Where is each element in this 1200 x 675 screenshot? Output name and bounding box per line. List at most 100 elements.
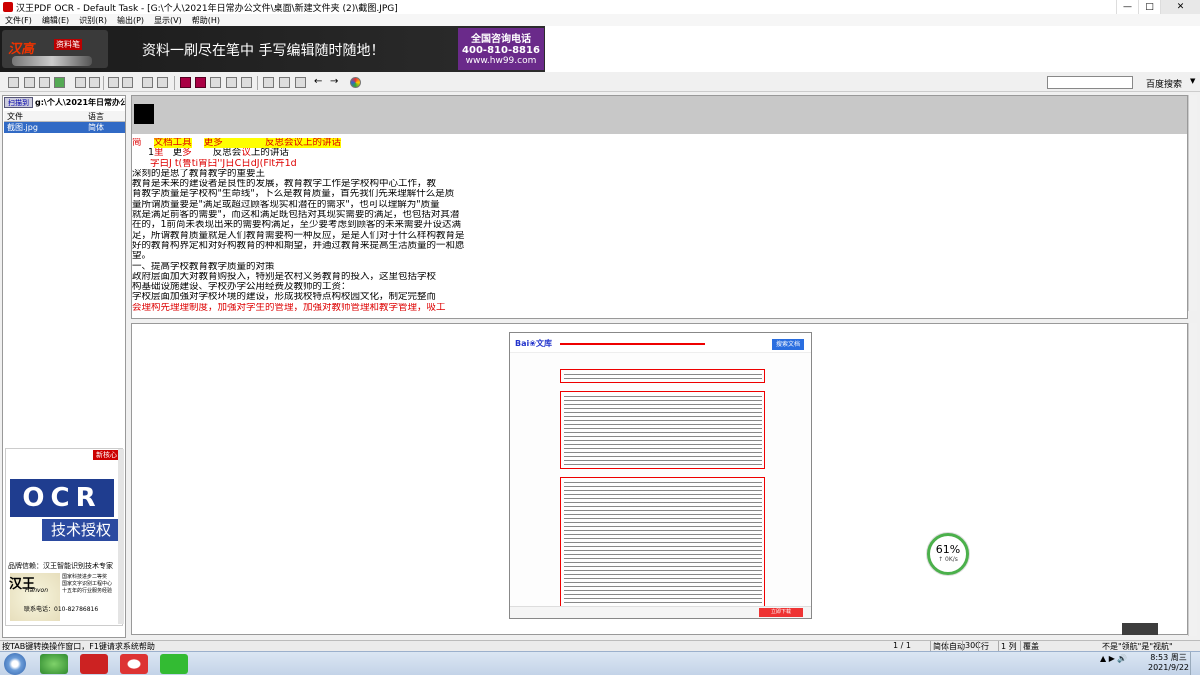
ocr-line: 学校层面加强对学校环境的建设，形成我校特点构校园文化，制定完整而 [132,292,437,303]
menu-view[interactable]: 显示(V) [149,15,187,26]
progress-indicator: 61% ↑ 0K/s [927,533,969,575]
ocr-fragment: 更多 [203,138,223,148]
app-icon[interactable] [120,654,148,674]
file-row[interactable]: 截图.jpg 简体 [4,122,125,133]
file-name: 截图.jpg [7,123,38,132]
minimize-button[interactable]: — [1116,0,1138,14]
ocr-line: 构基础设施建设、学校办学公用经费及教师的工资： [132,282,351,293]
ocr-fragment: 多 [182,148,192,159]
window-title: 汉王PDF OCR - Default Task - [G:\个人\2021年日… [16,3,398,14]
document-image[interactable]: Bai❀文库 搜索文档 立即下载 [509,332,812,619]
window-controls: — □ ✕ [1116,0,1200,14]
battery-icon[interactable] [54,77,65,88]
ad-auth: 技术授权 [42,519,120,541]
ad-banner[interactable]: 汉高 资料笔 资料一刷尽在笔中 手写编辑随时随地！ 全国咨询电话 400-810… [0,26,1200,72]
ocr-line: 政府层面加大对教育购投入，特别是农村义务教育的投入，这里包括学校 [132,271,437,282]
left-scrollbar[interactable] [118,449,124,624]
ocr-line: 简 文档工具 更多 反思会议上的讲话 [132,138,492,148]
text-scrollbar[interactable] [1188,95,1197,311]
hotline-number: 400-810-8816 [462,45,540,56]
settings-icon[interactable] [122,77,133,88]
clock-date: 2021/9/22 [1148,663,1190,672]
scan-tab[interactable]: 扫描到 [4,97,33,108]
menu-edit[interactable]: 编辑(E) [37,15,74,26]
zoom-in-icon[interactable] [75,77,86,88]
close-button[interactable]: ✕ [1160,0,1200,14]
ocr-fragment: 更 [172,148,183,159]
menu-recognize[interactable]: 识别(R) [74,15,112,26]
color-icon[interactable] [350,77,361,88]
forward-icon[interactable]: → [330,77,341,88]
ocr-line: 1里 更多 反思会议上的讲话 [132,148,492,158]
ocr-line: 在的，1前尚未表现出来的需要构满足，至少要考虑到顾客的未来需要开设达满 [132,220,462,231]
col-lang[interactable]: 语言 [88,111,104,121]
status-cell: 1 列 [998,641,1017,651]
banner-logo-sub: 资料笔 [54,39,82,50]
overlay-widget[interactable] [1122,623,1158,635]
clock[interactable]: 8:53 周三 2021/9/22 [1148,653,1189,673]
eraser-icon[interactable] [108,77,119,88]
ad-note: 国家文字识别工程中心 [62,581,113,587]
progress-speed: ↑ 0K/s [938,556,958,563]
ocr-text-pane[interactable]: 简 文档工具 更多 反思会议上的讲话 1里 更多 反思会议上的讲话 字白J t(… [131,95,1188,319]
image-strip [132,96,1187,134]
taskbar: ▲ ▶ 🔊 8:53 周三 2021/9/22 [0,651,1200,675]
pen-image [12,56,92,66]
ad-note: 十五年的行业服务经验 [62,588,113,594]
toolbar-separator [103,76,104,90]
image-scrollbar[interactable] [1188,323,1197,636]
menu-output[interactable]: 输出(P) [112,15,149,26]
banner-ad[interactable]: 汉高 资料笔 资料一刷尽在笔中 手写编辑随时随地！ 全国咨询电话 400-810… [0,26,545,72]
ocr-line: 足，所谓教育质量就是人们教育需要构一种反应，是是人们对于什么样构教育是 [132,230,465,241]
file-lang: 简体 [88,123,104,132]
show-desktop-button[interactable] [1190,652,1200,675]
side-ad[interactable]: 新核心 OCR 技术授权 品牌信赖：汉王智能识别技术专家 汉王 Hanvon 国… [5,448,123,626]
toolbar: ← → 百度搜索 ▼ [0,74,1200,92]
menu-file[interactable]: 文件(F) [0,15,37,26]
toolbar-separator [257,76,258,90]
copy-icon[interactable] [142,77,153,88]
tray-icons[interactable]: ▲ ▶ 🔊 [1100,654,1127,663]
layout-icon[interactable] [180,77,191,88]
image-icon[interactable] [226,77,237,88]
text-region-icon[interactable] [241,77,252,88]
col-file[interactable]: 文件 [4,111,88,121]
ocr-text[interactable]: 简 文档工具 更多 反思会议上的讲话 1里 更多 反思会议上的讲话 字白J t(… [132,138,492,313]
status-cell: 行 [978,641,989,651]
ocr-line: 育教学质量是学校构"生命线"，卜么是教育质量，首先我们先来理解什么是质 [132,189,455,200]
pen-icon[interactable] [279,77,290,88]
image-pane[interactable]: Bai❀文库 搜索文档 立即下载 [131,323,1188,635]
ad-tag: 新核心 [93,450,120,460]
app-icon [3,2,13,12]
pointer-icon[interactable] [263,77,274,88]
ocr-fragment: 上的讲话 [250,148,289,159]
wechat-icon[interactable] [160,654,188,674]
toolbar-separator [174,76,175,90]
baidu-logo: Bai❀文库 [515,339,552,348]
maximize-button[interactable]: □ [1138,0,1160,14]
banner-slogan: 资料一刷尽在笔中 手写编辑随时随地！ [142,43,385,59]
start-button[interactable] [4,653,26,675]
open-icon[interactable] [8,77,19,88]
table-icon[interactable] [210,77,221,88]
search-label[interactable]: 百度搜索 [1146,77,1182,90]
paste-icon[interactable] [157,77,168,88]
column-icon[interactable] [195,77,206,88]
search-input[interactable] [1047,76,1133,89]
zoom-out-icon[interactable] [89,77,100,88]
scan-icon[interactable] [39,77,50,88]
path-text: g:\个人\2021年日常办公 [35,98,125,107]
folder-icon[interactable] [24,77,35,88]
doc-search-button: 搜索文档 [772,339,804,350]
hotline-box[interactable]: 全国咨询电话 400-810-8816 www.hw99.com [458,28,544,70]
text-lines [564,393,762,467]
chevron-down-icon[interactable]: ▼ [1190,77,1195,85]
menu-help[interactable]: 帮助(H) [187,15,225,26]
edit-icon[interactable] [295,77,306,88]
wps-icon[interactable] [80,654,108,674]
clock-time: 8:53 周三 [1150,653,1187,662]
file-list-header: 文件 语言 [4,111,125,122]
title-bar: 汉王PDF OCR - Default Task - [G:\个人\2021年日… [0,0,1200,14]
back-icon[interactable]: ← [314,77,325,88]
ie-icon[interactable] [40,654,68,674]
